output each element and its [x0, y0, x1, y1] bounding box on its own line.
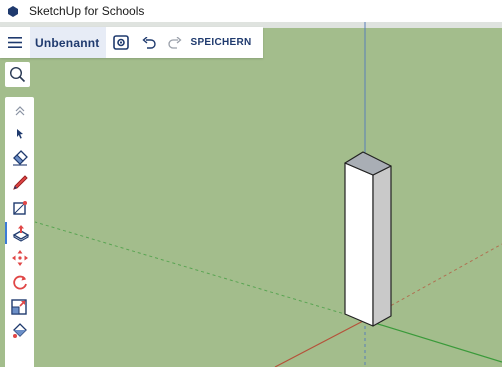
- window-title: SketchUp for Schools: [29, 4, 145, 18]
- box-side-face: [372, 165, 392, 327]
- ground: [0, 28, 502, 367]
- 3d-viewport[interactable]: [0, 22, 502, 367]
- document-name[interactable]: Unbenannt: [30, 27, 107, 58]
- tool-palette: [5, 97, 34, 367]
- hamburger-menu-icon[interactable]: [0, 27, 30, 58]
- paint-bucket-icon[interactable]: [5, 319, 34, 341]
- box-front-face: [344, 162, 374, 327]
- rectangle-icon[interactable]: [5, 197, 34, 219]
- push-pull-icon[interactable]: [5, 222, 34, 244]
- eraser-icon[interactable]: [5, 147, 34, 169]
- sketchup-logo-icon: [6, 4, 20, 18]
- search-icon[interactable]: [5, 62, 30, 87]
- scale-icon[interactable]: [5, 295, 34, 317]
- collapse-chevron-icon[interactable]: [5, 100, 34, 122]
- save-button[interactable]: SPEICHERN: [190, 27, 251, 58]
- move-arrows-icon[interactable]: [5, 247, 34, 269]
- top-toolbar: Unbenannt SPEICHERN: [0, 27, 263, 58]
- title-bar: SketchUp for Schools: [0, 0, 502, 22]
- redo-icon[interactable]: [162, 27, 188, 58]
- box-solid: [344, 151, 392, 327]
- pencil-icon[interactable]: [5, 172, 34, 194]
- arrow-cursor-icon[interactable]: [5, 123, 34, 145]
- undo-icon[interactable]: [136, 27, 162, 58]
- rotate-icon[interactable]: [5, 271, 34, 293]
- instructor-panel-icon[interactable]: [106, 27, 136, 58]
